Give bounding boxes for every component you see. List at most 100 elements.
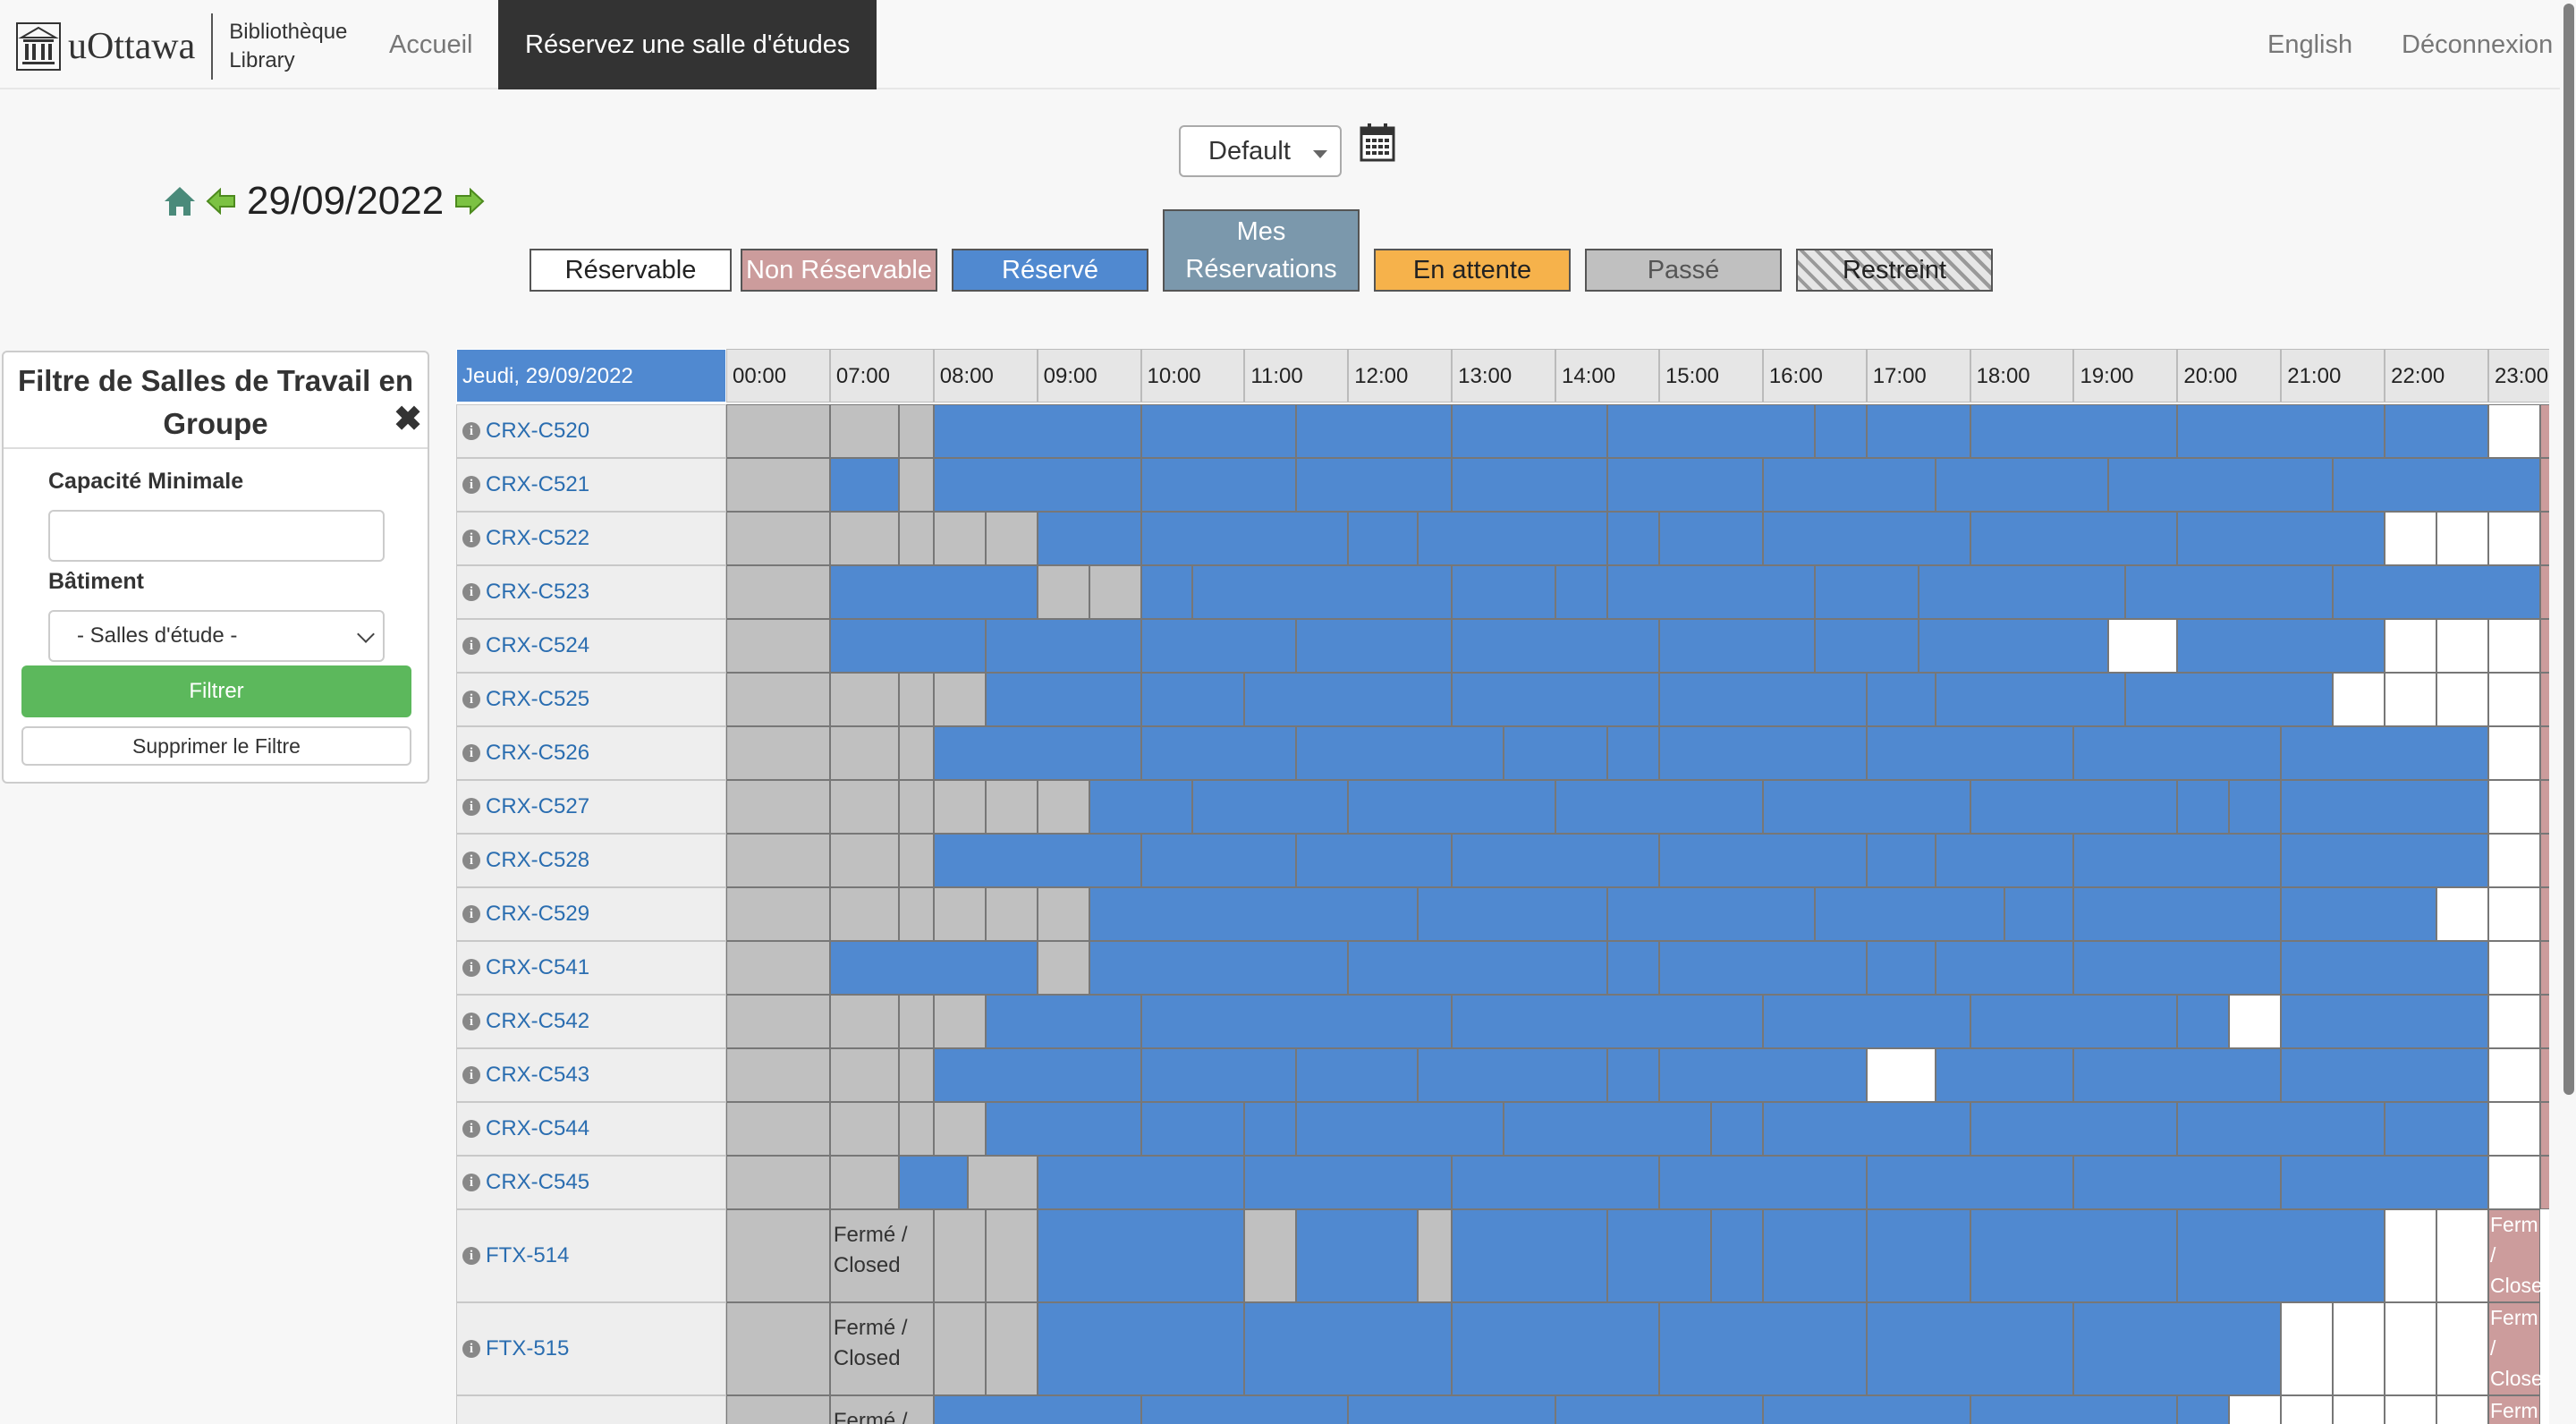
- available-slot[interactable]: [2488, 1102, 2540, 1156]
- available-slot[interactable]: [2385, 1395, 2437, 1424]
- available-slot[interactable]: [2229, 995, 2282, 1048]
- room-link[interactable]: CRX-C523: [486, 580, 589, 605]
- info-icon[interactable]: i: [462, 798, 480, 816]
- info-icon[interactable]: i: [462, 1120, 480, 1138]
- room-link[interactable]: CRX-C529: [486, 902, 589, 927]
- info-icon[interactable]: i: [462, 530, 480, 547]
- available-slot[interactable]: [2333, 1302, 2385, 1395]
- calendar-icon[interactable]: [1360, 123, 1395, 162]
- nav-english[interactable]: English: [2267, 0, 2352, 89]
- available-slot[interactable]: [2333, 673, 2385, 726]
- room-link[interactable]: CRX-C526: [486, 741, 589, 766]
- available-slot[interactable]: [2385, 673, 2437, 726]
- uottawa-logo[interactable]: uOttawa Bibliothèque Library: [16, 13, 347, 80]
- available-slot[interactable]: [2488, 619, 2540, 673]
- available-slot[interactable]: [2436, 619, 2488, 673]
- info-icon[interactable]: i: [462, 691, 480, 708]
- available-slot[interactable]: [2281, 1302, 2334, 1395]
- available-slot[interactable]: [2488, 780, 2540, 834]
- room-link[interactable]: CRX-C522: [486, 526, 589, 551]
- available-slot[interactable]: [2281, 1395, 2334, 1424]
- room-name[interactable]: i FTX-515: [456, 1302, 726, 1395]
- info-icon[interactable]: i: [462, 637, 480, 655]
- scrollbar-thumb[interactable]: [2563, 4, 2574, 1095]
- room-name[interactable]: i CRX-C542: [456, 995, 726, 1048]
- room-link[interactable]: CRX-C528: [486, 848, 589, 873]
- room-name[interactable]: i CRX-C522: [456, 512, 726, 565]
- room-name[interactable]: i CRX-C543: [456, 1048, 726, 1102]
- room-name[interactable]: i CRX-C520: [456, 404, 726, 458]
- info-icon[interactable]: i: [462, 905, 480, 923]
- next-day-arrow-icon[interactable]: [454, 188, 485, 215]
- available-slot[interactable]: [2385, 1302, 2437, 1395]
- available-slot[interactable]: [2488, 1048, 2540, 1102]
- room-name[interactable]: i CRX-C521: [456, 458, 726, 512]
- filter-button[interactable]: Filtrer: [21, 665, 411, 717]
- room-name[interactable]: i CRX-C544: [456, 1102, 726, 1156]
- room-name[interactable]: i CRX-C528: [456, 834, 726, 887]
- room-name[interactable]: i CRX-C527: [456, 780, 726, 834]
- available-slot[interactable]: [2488, 673, 2540, 726]
- room-link[interactable]: CRX-C545: [486, 1170, 589, 1195]
- room-link[interactable]: FTX-514: [486, 1243, 569, 1268]
- room-link[interactable]: FTX-515: [486, 1336, 569, 1361]
- vertical-scrollbar[interactable]: [2560, 0, 2576, 1424]
- info-icon[interactable]: i: [462, 744, 480, 762]
- available-slot[interactable]: [2488, 834, 2540, 887]
- room-name[interactable]: i CRX-C526: [456, 726, 726, 780]
- nav-book-study-room[interactable]: Réservez une salle d'études: [498, 0, 877, 89]
- close-icon[interactable]: ✖: [394, 399, 422, 439]
- room-name[interactable]: [456, 1395, 726, 1424]
- room-name[interactable]: i CRX-C525: [456, 673, 726, 726]
- previous-day-arrow-icon[interactable]: [206, 188, 236, 215]
- info-icon[interactable]: i: [462, 1174, 480, 1191]
- info-icon[interactable]: i: [462, 959, 480, 977]
- home-icon[interactable]: [163, 185, 197, 217]
- info-icon[interactable]: i: [462, 852, 480, 869]
- available-slot[interactable]: [2436, 1209, 2488, 1302]
- room-link[interactable]: CRX-C544: [486, 1116, 589, 1141]
- info-icon[interactable]: i: [462, 1066, 480, 1084]
- available-slot[interactable]: [2333, 1395, 2385, 1424]
- room-name[interactable]: i CRX-C545: [456, 1156, 726, 1209]
- room-link[interactable]: CRX-C521: [486, 472, 589, 497]
- room-link[interactable]: CRX-C543: [486, 1063, 589, 1088]
- available-slot[interactable]: [2436, 887, 2488, 941]
- available-slot[interactable]: [2229, 1395, 2282, 1424]
- room-name[interactable]: i CRX-C523: [456, 565, 726, 619]
- info-icon[interactable]: i: [462, 1340, 480, 1358]
- info-icon[interactable]: i: [462, 1013, 480, 1030]
- room-name[interactable]: i CRX-C529: [456, 887, 726, 941]
- legend-my-reservations[interactable]: Mes Réservations: [1163, 209, 1360, 292]
- room-link[interactable]: CRX-C541: [486, 955, 589, 980]
- room-link[interactable]: CRX-C542: [486, 1009, 589, 1034]
- info-icon[interactable]: i: [462, 1247, 480, 1265]
- info-icon[interactable]: i: [462, 476, 480, 494]
- room-name[interactable]: i FTX-514: [456, 1209, 726, 1302]
- available-slot[interactable]: [2488, 1156, 2540, 1209]
- available-slot[interactable]: [2436, 1395, 2488, 1424]
- room-link[interactable]: CRX-C527: [486, 794, 589, 819]
- available-slot[interactable]: [2385, 619, 2437, 673]
- available-slot[interactable]: [1866, 1048, 1936, 1102]
- room-name[interactable]: i CRX-C541: [456, 941, 726, 995]
- room-link[interactable]: CRX-C525: [486, 687, 589, 712]
- nav-home[interactable]: Accueil: [389, 0, 473, 89]
- building-select[interactable]: - Salles d'étude -: [48, 610, 385, 662]
- available-slot[interactable]: [2436, 512, 2488, 565]
- view-select[interactable]: Default: [1179, 125, 1342, 177]
- available-slot[interactable]: [2108, 619, 2178, 673]
- available-slot[interactable]: [2436, 673, 2488, 726]
- clear-filter-button[interactable]: Supprimer le Filtre: [21, 726, 411, 766]
- available-slot[interactable]: [2488, 995, 2540, 1048]
- room-name[interactable]: i CRX-C524: [456, 619, 726, 673]
- available-slot[interactable]: [2488, 404, 2540, 458]
- room-link[interactable]: CRX-C520: [486, 419, 589, 444]
- available-slot[interactable]: [2488, 726, 2540, 780]
- available-slot[interactable]: [2385, 1209, 2437, 1302]
- info-icon[interactable]: i: [462, 422, 480, 440]
- available-slot[interactable]: [2436, 1302, 2488, 1395]
- min-capacity-input[interactable]: [48, 510, 385, 562]
- available-slot[interactable]: [2488, 887, 2540, 941]
- room-link[interactable]: CRX-C524: [486, 633, 589, 658]
